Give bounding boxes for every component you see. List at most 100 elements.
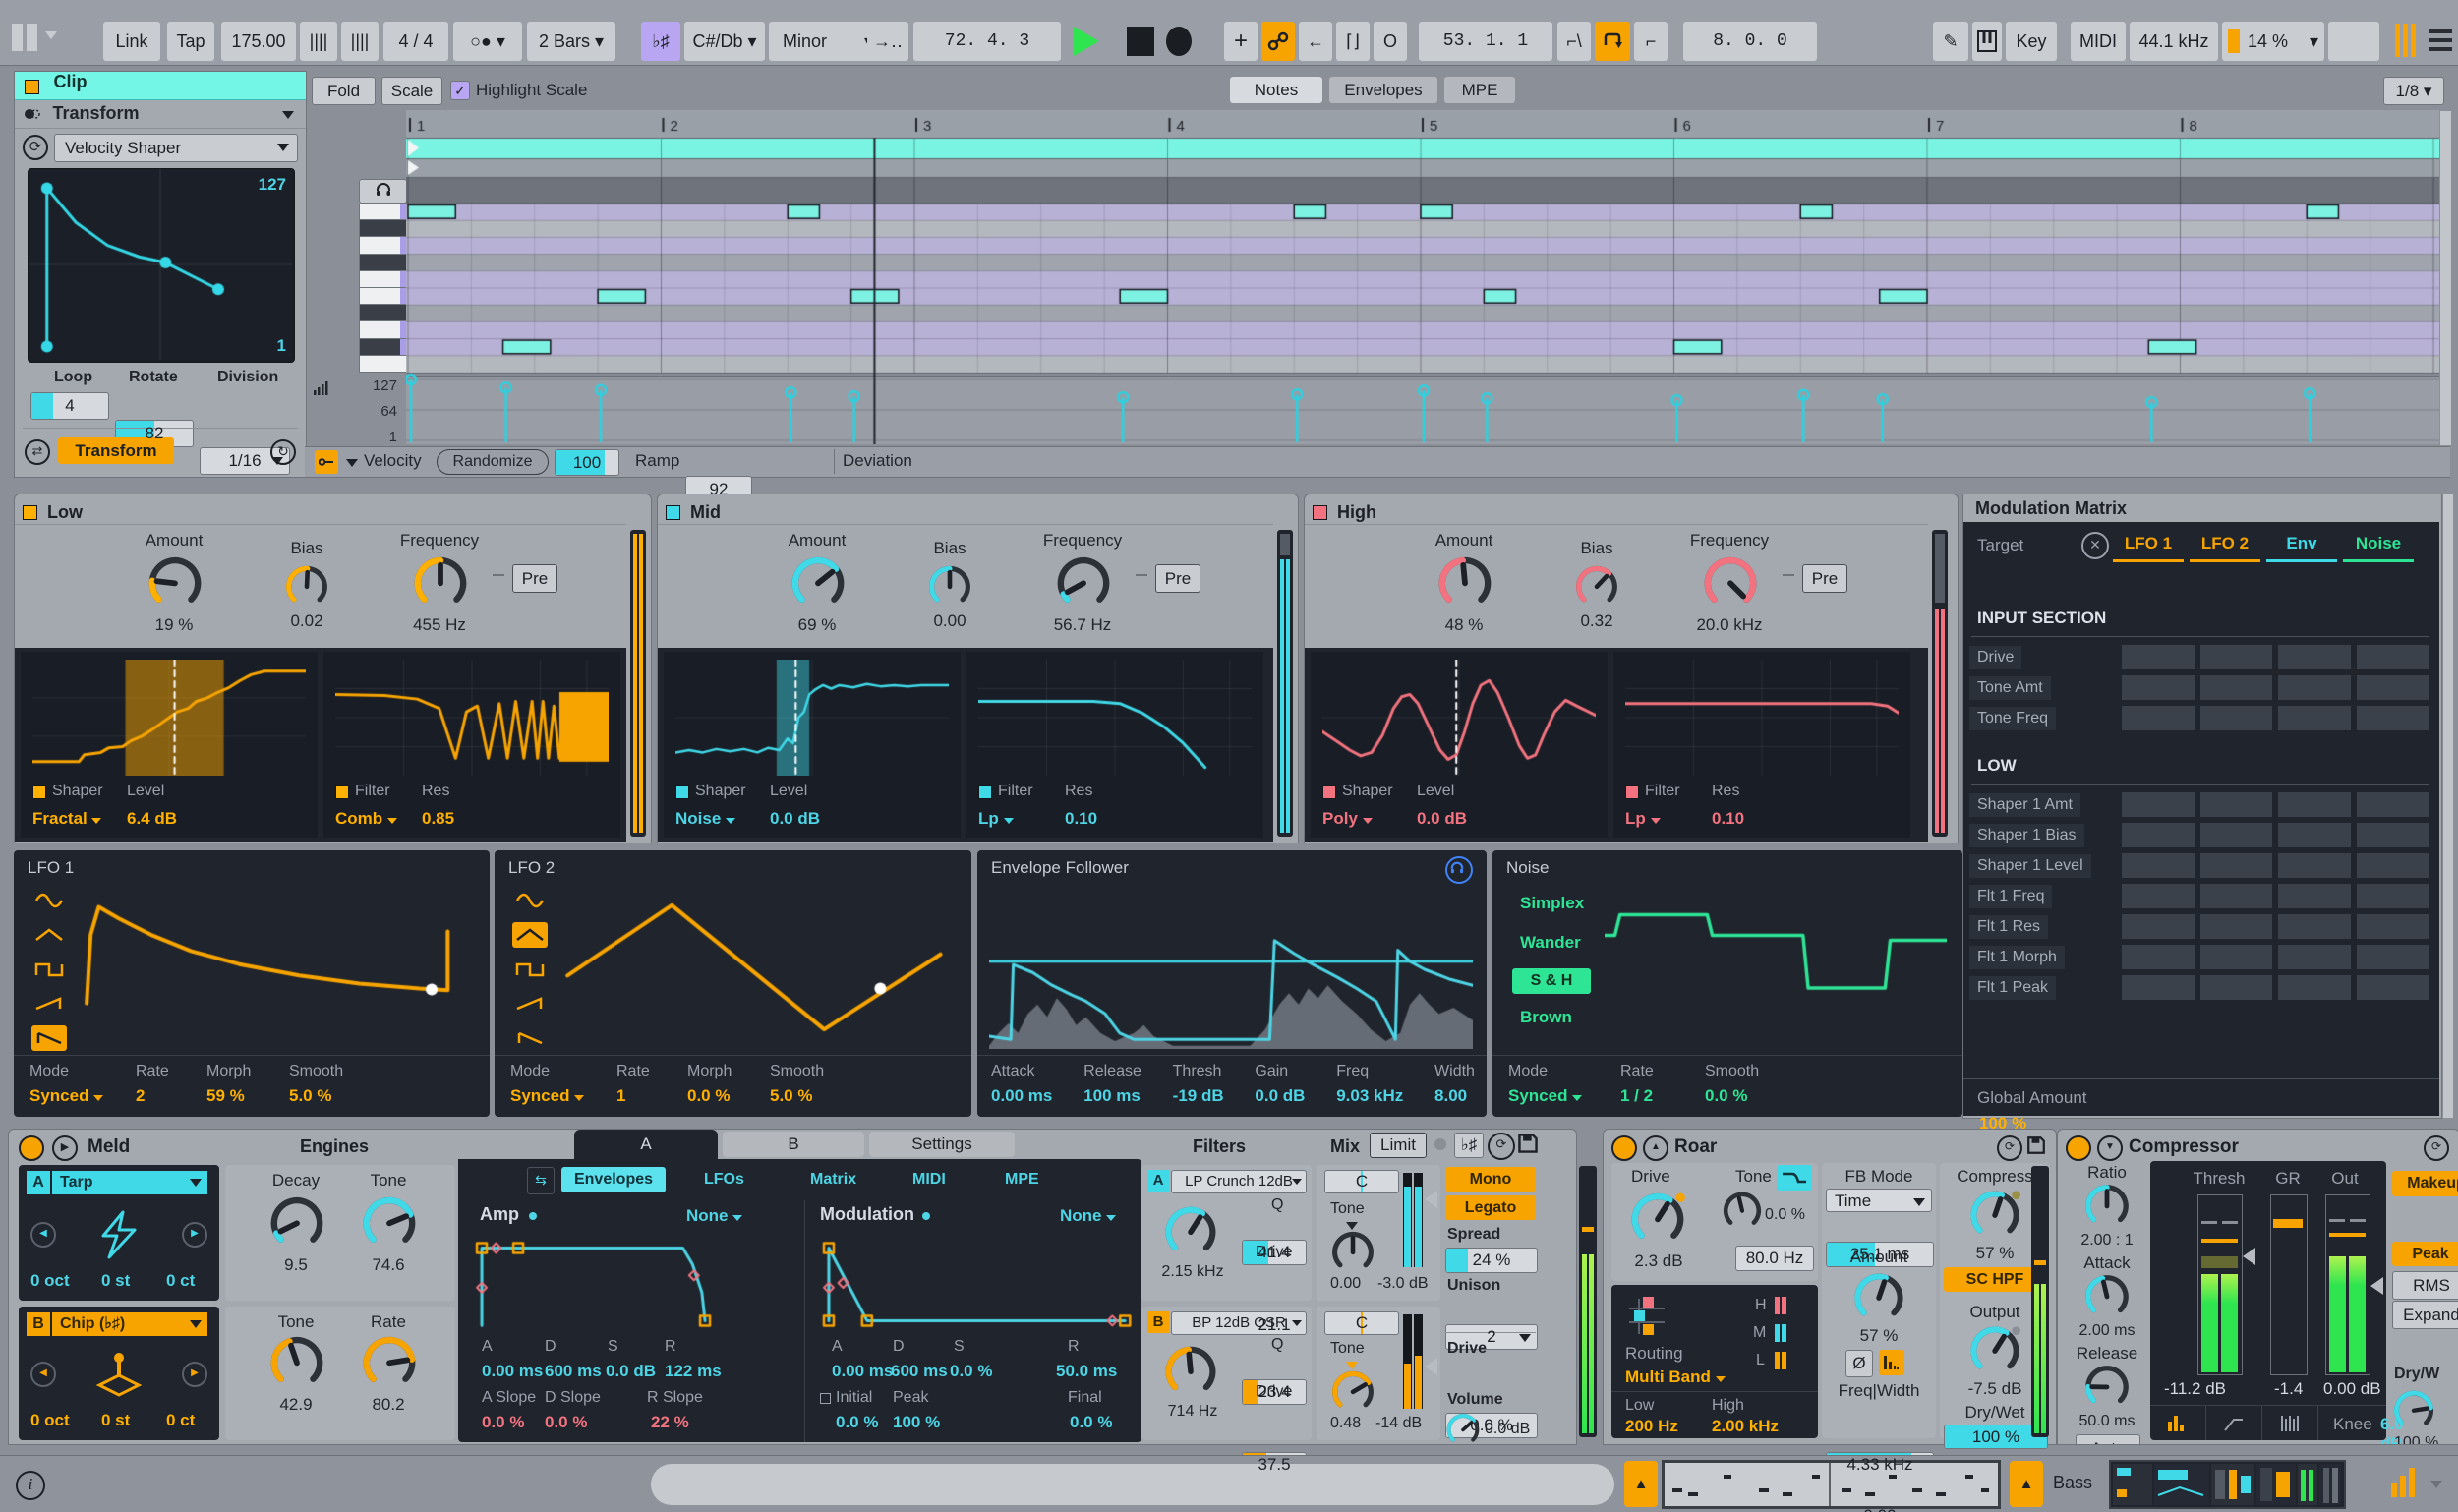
piano-key[interactable]: [360, 356, 407, 373]
metronome-ticks2-icon[interactable]: ||||: [341, 22, 379, 61]
matrix-cell[interactable]: [2200, 945, 2273, 969]
thresh-meter[interactable]: [2197, 1194, 2243, 1375]
filter-a-type-select[interactable]: LP Crunch 12dB: [1171, 1170, 1307, 1193]
tab-settings[interactable]: Settings: [869, 1132, 1015, 1157]
tap-tempo-button[interactable]: Tap: [167, 22, 214, 61]
lfo2-waveform-display[interactable]: [559, 886, 961, 1049]
band-mid-activator[interactable]: Mid: [666, 502, 721, 524]
filter-a-q-field[interactable]: 41.4: [1242, 1240, 1307, 1265]
randomize-button[interactable]: Randomize: [437, 449, 549, 475]
ramp-up-wave-icon[interactable]: [512, 991, 548, 1017]
key-map-button[interactable]: Key: [2006, 22, 2057, 61]
shaper-activator[interactable]: [1322, 785, 1336, 799]
preview-headphone-icon[interactable]: [359, 179, 407, 204]
device-activator[interactable]: [19, 1135, 44, 1161]
add-automation-button[interactable]: +: [1224, 22, 1258, 61]
filter-a-tag[interactable]: A: [1147, 1170, 1169, 1192]
fb-mode-select[interactable]: Time: [1826, 1189, 1932, 1212]
midi-map-button[interactable]: MIDI: [2071, 22, 2126, 61]
arrangement-position-field[interactable]: 72. 4. 3: [913, 22, 1061, 61]
param[interactable]: Thresh -19 dB: [1173, 1063, 1224, 1106]
filter-mode-select[interactable]: Lp: [978, 809, 1014, 829]
punch-out-icon[interactable]: O: [1374, 22, 1407, 61]
triangle-wave-icon-selected[interactable]: [512, 922, 548, 948]
matrix-cell[interactable]: [2122, 792, 2195, 817]
matrix-cell[interactable]: [2122, 706, 2195, 730]
piano-key[interactable]: [360, 339, 407, 356]
punch-icon[interactable]: ⌐: [1634, 22, 1668, 61]
amount-knob[interactable]: [146, 552, 204, 610]
level-value[interactable]: 0.0 dB: [770, 809, 820, 829]
envelope-follower-display[interactable]: [989, 890, 1473, 1049]
window-control-icon[interactable]: [27, 24, 37, 51]
noise-smooth-value[interactable]: 0.0 %: [1705, 1086, 1747, 1106]
computer-midi-keyboard-icon[interactable]: [1972, 22, 2002, 61]
param[interactable]: Attack 0.00 ms: [991, 1063, 1052, 1106]
punch-in-icon[interactable]: ⌈⌋: [1336, 22, 1370, 61]
amp-envelope-display[interactable]: [474, 1236, 790, 1330]
mix-a-tone-knob[interactable]: [1330, 1228, 1375, 1273]
decay-knob[interactable]: [268, 1192, 325, 1250]
piano-key[interactable]: [360, 271, 407, 288]
grid-setting-select[interactable]: 1/8 ▾: [2383, 77, 2444, 105]
transfer-curve-icon[interactable]: [2206, 1406, 2262, 1440]
piano-key[interactable]: [360, 237, 407, 254]
subtab-lfos[interactable]: LFOs: [704, 1171, 744, 1189]
clip-scroll-up-button[interactable]: ▲: [1624, 1461, 1658, 1507]
limit-button[interactable]: Limit: [1370, 1133, 1427, 1158]
drywet-knob[interactable]: [2392, 1387, 2435, 1430]
out-value[interactable]: 0.00 dB: [2323, 1379, 2402, 1399]
info-icon[interactable]: i: [16, 1471, 45, 1500]
matrix-cell[interactable]: [2122, 823, 2195, 847]
redo-icon[interactable]: ↻: [270, 439, 296, 465]
shaper-mode-select[interactable]: Noise: [675, 809, 735, 829]
out-gain-handle[interactable]: [2370, 1277, 2383, 1295]
square-wave-icon[interactable]: [512, 957, 548, 982]
filter-b-tag[interactable]: B: [1147, 1311, 1169, 1333]
filter-activator[interactable]: [978, 785, 992, 799]
piano-key[interactable]: [360, 204, 407, 220]
loop-start-field[interactable]: 53. 1. 1: [1419, 22, 1552, 61]
mix-b-tone-knob[interactable]: [1330, 1367, 1375, 1413]
matrix-cell[interactable]: [2357, 914, 2429, 939]
tone-filter-type-icon[interactable]: [1777, 1165, 1812, 1191]
loop-length-field[interactable]: 8. 0. 0: [1683, 22, 1817, 61]
sine-wave-icon[interactable]: [31, 888, 67, 913]
engine-b-semi[interactable]: 0 st: [101, 1411, 130, 1430]
filter-activator[interactable]: [1625, 785, 1639, 799]
initial-checkbox[interactable]: [820, 1393, 831, 1404]
piano-key[interactable]: [360, 305, 407, 321]
matrix-cell[interactable]: [2357, 706, 2429, 730]
a-value[interactable]: 0.00 ms: [832, 1362, 893, 1381]
engine-b-cents[interactable]: 0 ct: [166, 1411, 195, 1430]
lfo2-morph-value[interactable]: 0.0 %: [687, 1086, 730, 1106]
metronome-menu-button[interactable]: ○● ▾: [453, 22, 522, 61]
routing-mode-select[interactable]: Multi Band: [1625, 1367, 1726, 1387]
device-activator[interactable]: [1611, 1135, 1637, 1161]
meter-menu-chevron[interactable]: [2430, 1481, 2442, 1488]
phase-invert-icon[interactable]: Ø: [1845, 1350, 1873, 1377]
ramp-up-wave-icon[interactable]: [31, 991, 67, 1017]
matrix-cell[interactable]: [2278, 675, 2351, 700]
session-view-toggle-icon[interactable]: [2395, 24, 2416, 62]
matrix-col-env[interactable]: Env: [2266, 534, 2337, 562]
next-preset-icon[interactable]: ▶: [182, 1362, 207, 1387]
prev-preset-icon[interactable]: ◀: [30, 1222, 56, 1248]
matrix-cell[interactable]: [2357, 884, 2429, 908]
tempo-field[interactable]: 175.00: [221, 22, 296, 61]
res-value[interactable]: 0.10: [1712, 809, 1744, 829]
matrix-cell[interactable]: [2200, 914, 2273, 939]
collapse-icon[interactable]: [282, 111, 294, 119]
d-value[interactable]: 600 ms: [545, 1362, 602, 1381]
matrix-cell[interactable]: [2278, 914, 2351, 939]
fade-icon[interactable]: ⌐\: [1557, 22, 1591, 61]
scale-name-select[interactable]: Minor▾: [769, 22, 881, 61]
output-knob[interactable]: [1968, 1322, 2021, 1375]
device-scroll-up-button[interactable]: ▲: [2010, 1461, 2043, 1507]
shaper-activator[interactable]: [675, 785, 689, 799]
volume-knob[interactable]: [1445, 1411, 1481, 1446]
res-value[interactable]: 0.10: [1065, 809, 1097, 829]
matrix-cell[interactable]: [2122, 914, 2195, 939]
quantize-menu-button[interactable]: 2 Bars ▾: [527, 22, 615, 61]
lfo1-smooth-value[interactable]: 5.0 %: [289, 1086, 331, 1106]
